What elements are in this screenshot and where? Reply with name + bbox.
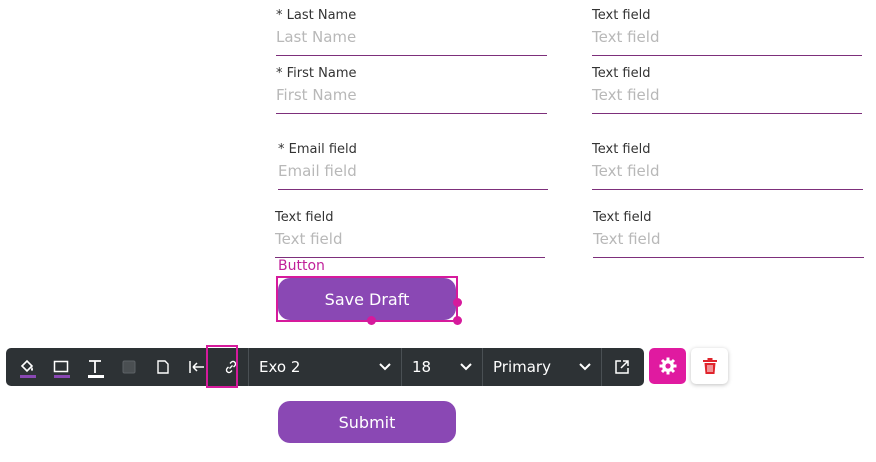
text-field-input[interactable]: Text field bbox=[275, 230, 342, 248]
link-selection-outline bbox=[206, 345, 238, 388]
field-label: Text field bbox=[592, 142, 651, 157]
chevron-down-icon bbox=[379, 363, 391, 371]
field-underline bbox=[593, 257, 864, 258]
settings-button[interactable] bbox=[649, 348, 686, 384]
field-underline bbox=[592, 55, 862, 56]
delete-button[interactable] bbox=[691, 348, 728, 384]
element-toolbar: Exo 2 18 Primary bbox=[6, 348, 644, 386]
gear-icon bbox=[659, 357, 676, 375]
text-field-3[interactable]: Text field Text field bbox=[592, 142, 863, 190]
border-color-icon[interactable] bbox=[44, 348, 78, 386]
email-field[interactable]: * Email field Email field bbox=[278, 142, 548, 190]
external-link-icon[interactable] bbox=[602, 348, 642, 386]
style-select[interactable]: Primary bbox=[483, 348, 601, 386]
last-name-field[interactable]: * Last Name Last Name bbox=[276, 8, 547, 56]
font-size-value: 18 bbox=[412, 358, 432, 376]
field-underline bbox=[276, 113, 547, 114]
text-field-input[interactable]: Text field bbox=[592, 162, 659, 180]
field-underline bbox=[592, 189, 863, 190]
text-field-5[interactable]: Text field Text field bbox=[593, 210, 864, 258]
font-family-select[interactable]: Exo 2 bbox=[249, 348, 401, 386]
font-family-value: Exo 2 bbox=[259, 358, 301, 376]
text-field-input[interactable]: Text field bbox=[592, 28, 659, 46]
font-size-select[interactable]: 18 bbox=[402, 348, 482, 386]
field-label: Text field bbox=[592, 66, 651, 81]
text-field-input[interactable]: Text field bbox=[592, 86, 659, 104]
resize-handle-bottom[interactable] bbox=[367, 316, 376, 325]
field-label: * Last Name bbox=[276, 8, 357, 23]
style-value: Primary bbox=[493, 358, 551, 376]
fill-color-icon[interactable] bbox=[10, 348, 44, 386]
chevron-down-icon bbox=[579, 363, 591, 371]
save-draft-button[interactable]: Save Draft bbox=[278, 278, 456, 320]
resize-handle-corner[interactable] bbox=[453, 316, 462, 325]
text-field-1[interactable]: Text field Text field bbox=[592, 8, 862, 56]
chevron-down-icon bbox=[460, 363, 472, 371]
last-name-input[interactable]: Last Name bbox=[276, 28, 356, 46]
button-caption: Button bbox=[278, 258, 325, 274]
field-label: Text field bbox=[593, 210, 652, 225]
text-field-input[interactable]: Text field bbox=[593, 230, 660, 248]
email-input[interactable]: Email field bbox=[278, 162, 357, 180]
text-field-2[interactable]: Text field Text field bbox=[592, 66, 862, 114]
field-underline bbox=[592, 113, 862, 114]
trash-icon bbox=[702, 358, 717, 374]
field-underline bbox=[276, 55, 547, 56]
text-color-icon[interactable] bbox=[78, 348, 112, 386]
file-icon[interactable] bbox=[146, 348, 180, 386]
field-label: Text field bbox=[275, 210, 334, 225]
resize-handle-right[interactable] bbox=[453, 298, 462, 307]
field-label: * Email field bbox=[278, 142, 357, 157]
submit-button[interactable]: Submit bbox=[278, 401, 456, 443]
first-name-field[interactable]: * First Name First Name bbox=[276, 66, 547, 114]
background-square-icon[interactable] bbox=[112, 348, 146, 386]
text-field-4[interactable]: Text field Text field bbox=[275, 210, 545, 258]
field-underline bbox=[278, 189, 548, 190]
field-label: Text field bbox=[592, 8, 651, 23]
first-name-input[interactable]: First Name bbox=[276, 86, 357, 104]
field-label: * First Name bbox=[276, 66, 357, 81]
